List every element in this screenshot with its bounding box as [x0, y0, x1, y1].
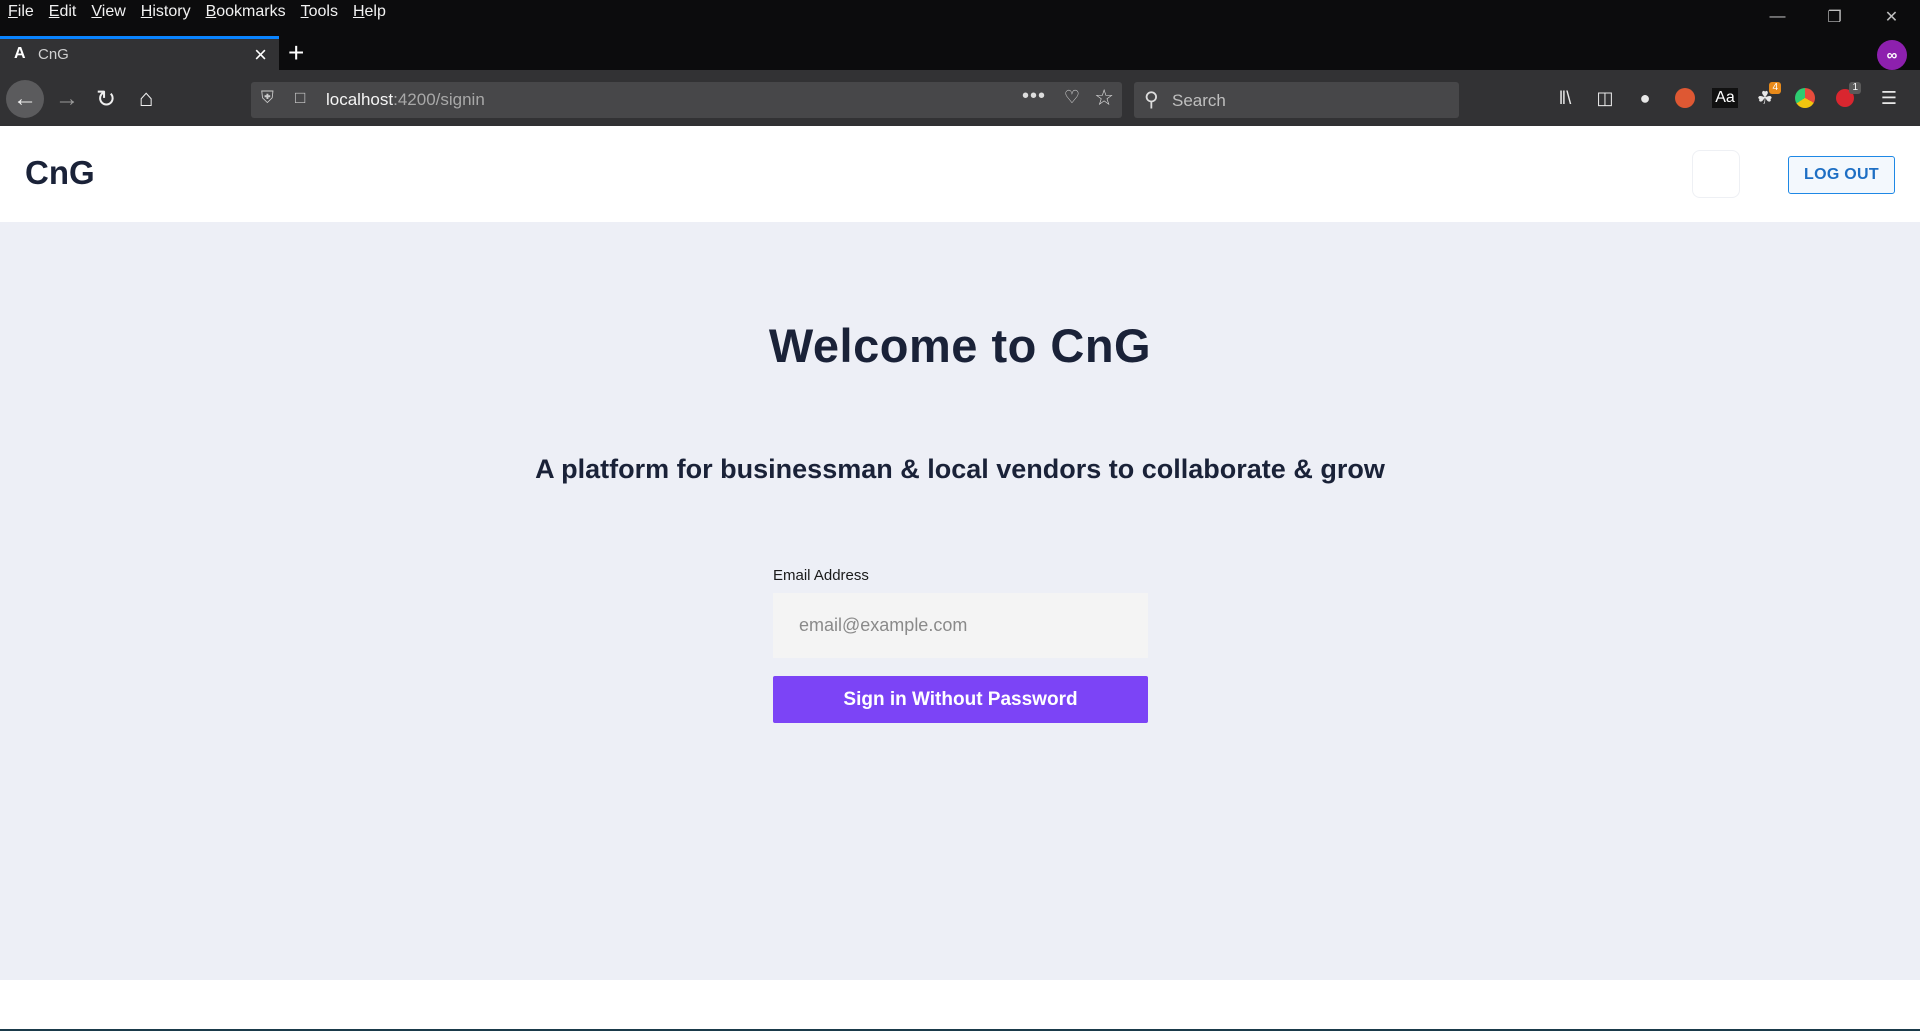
library-icon[interactable]: ‖\ [1545, 78, 1585, 118]
menu-view[interactable]: View [91, 3, 125, 21]
shapes-extension-icon[interactable]: ☘ 4 [1745, 78, 1785, 118]
chrome-extension-icon[interactable] [1785, 78, 1825, 118]
search-bar[interactable]: ⚲ Search [1134, 82, 1459, 118]
arrow-right-icon: → [55, 85, 79, 112]
tab-bar: A CnG × + ∞ [0, 26, 1920, 70]
app-header: CnG LOG OUT [0, 126, 1920, 222]
sign-in-button[interactable]: Sign in Without Password [773, 676, 1148, 723]
sidebar-icon[interactable]: ◫ [1585, 78, 1625, 118]
close-tab-icon[interactable]: × [254, 42, 267, 68]
bookmark-star-icon[interactable]: ☆ [1094, 85, 1114, 111]
reload-button[interactable]: ↻ [87, 80, 125, 118]
account-icon[interactable]: ● [1625, 78, 1665, 118]
home-icon: ⌂ [138, 85, 154, 112]
page-tagline: A platform for businessman & local vendo… [535, 454, 1385, 484]
dictionary-icon: Aa [1712, 88, 1738, 108]
private-browsing-icon: ∞ [1877, 40, 1907, 70]
dictionary-extension-icon[interactable]: Aa [1705, 78, 1745, 118]
tab-cng[interactable]: A CnG × [0, 36, 279, 70]
email-field[interactable] [773, 593, 1148, 658]
ublock-badge: 1 [1849, 82, 1861, 94]
menu-tools[interactable]: Tools [301, 3, 338, 21]
page-info-icon[interactable]: □ [295, 88, 305, 108]
forward-button[interactable]: → [48, 80, 86, 118]
duck-icon [1675, 88, 1695, 108]
menu-list: File Edit View History Bookmarks Tools H… [8, 3, 386, 21]
url-text[interactable]: localhost:4200/signin [326, 90, 485, 110]
menu-file[interactable]: File [8, 3, 34, 21]
pocket-icon[interactable]: ♡ [1064, 87, 1080, 108]
logout-button[interactable]: LOG OUT [1788, 156, 1895, 194]
search-icon: ⚲ [1144, 89, 1159, 111]
url-host: localhost [326, 90, 394, 109]
tab-title: CnG [38, 46, 69, 63]
more-actions-icon[interactable]: ••• [1022, 85, 1046, 108]
color-wheel-icon [1795, 88, 1815, 108]
angular-favicon-icon: A [14, 45, 26, 62]
arrow-left-icon: ← [13, 85, 37, 112]
menu-bookmarks[interactable]: Bookmarks [206, 3, 286, 21]
extension-badge: 4 [1769, 82, 1781, 94]
hamburger-menu-icon[interactable]: ☰ [1869, 78, 1909, 118]
email-label: Email Address [773, 567, 869, 584]
menu-edit[interactable]: Edit [49, 3, 77, 21]
back-button[interactable]: ← [6, 80, 44, 118]
avatar[interactable] [1692, 150, 1740, 198]
menu-bar: File Edit View History Bookmarks Tools H… [0, 0, 1920, 26]
main-content: Welcome to CnG A platform for businessma… [0, 222, 1920, 980]
menu-help[interactable]: Help [353, 3, 386, 21]
page-title: Welcome to CnG [768, 319, 1152, 372]
duckduckgo-extension-icon[interactable] [1665, 78, 1705, 118]
home-button[interactable]: ⌂ [127, 80, 165, 118]
menu-history[interactable]: History [141, 3, 191, 21]
reload-icon: ↻ [95, 85, 117, 113]
footer [0, 980, 1920, 1031]
new-tab-icon[interactable]: + [288, 39, 304, 67]
shield-icon[interactable]: ⛨ [261, 88, 274, 108]
ublock-extension-icon[interactable]: 1 [1825, 78, 1865, 118]
signin-form: Email Address Sign in Without Password [773, 567, 1148, 723]
app-logo[interactable]: CnG [25, 154, 95, 192]
search-placeholder: Search [1172, 91, 1226, 110]
url-bar[interactable]: ⛨ □ localhost:4200/signin ••• ♡ ☆ [251, 82, 1122, 118]
url-path: :4200/signin [393, 90, 485, 109]
toolbar-icons: ‖\ ◫ ● Aa ☘ 4 1 ☰ [1545, 70, 1909, 126]
